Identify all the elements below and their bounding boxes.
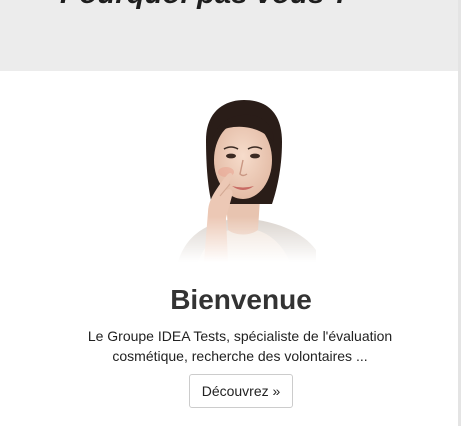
top-banner: Pourquoi pas vous ? <box>0 0 461 71</box>
portrait-image <box>168 100 316 262</box>
welcome-title: Bienvenue <box>170 284 312 315</box>
welcome-text-line-1: Le Groupe IDEA Tests, spécialiste de l'é… <box>87 328 393 344</box>
welcome-text-line-2: cosmétique, recherche des volontaires ..… <box>112 348 368 364</box>
welcome-description: Le Groupe IDEA Tests, spécialiste de l'é… <box>70 326 410 366</box>
banner-heading: Pourquoi pas vous ? <box>60 0 351 11</box>
welcome-card: Bienvenue Le Groupe IDEA Tests, spéciali… <box>0 71 461 426</box>
discover-button[interactable]: Découvrez » <box>189 374 293 408</box>
